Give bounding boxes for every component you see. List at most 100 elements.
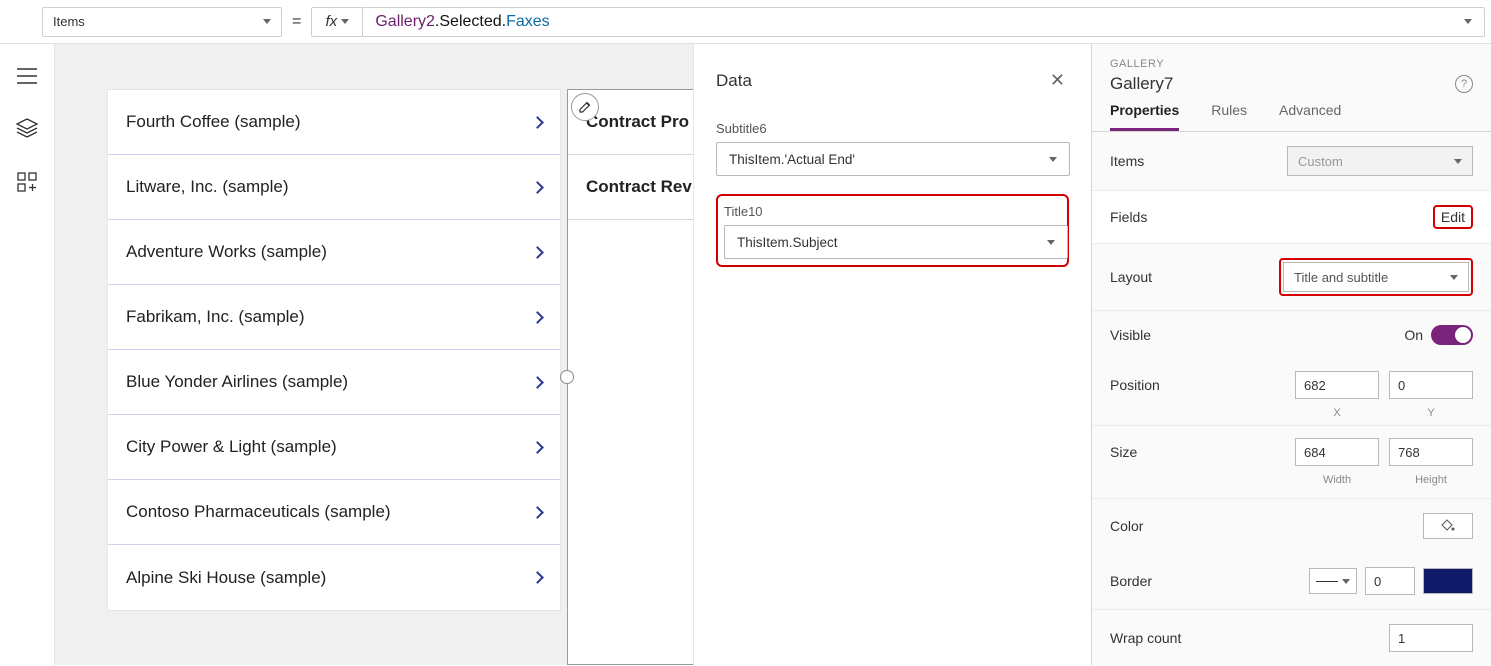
data-field-value: ThisItem.Subject [737,235,838,250]
size-height-input[interactable] [1389,438,1473,466]
prop-label: Layout [1110,269,1152,285]
data-field-dropdown[interactable]: ThisItem.Subject [724,225,1068,259]
components-icon[interactable] [17,172,37,192]
sub-label: X [1295,407,1379,419]
toggle-state: On [1404,327,1423,343]
dropdown-value: Title and subtitle [1294,270,1388,285]
prop-label: Size [1110,438,1137,460]
chevron-down-icon [1049,157,1057,162]
formula-input[interactable]: Gallery2.Selected.Faxes [363,7,1485,37]
prop-row-position: Position X Y [1092,359,1491,426]
data-field-label: Subtitle6 [716,121,1069,136]
property-selector-dropdown[interactable]: Items [42,7,282,37]
prop-row-items: Items Custom [1092,132,1491,191]
layout-dropdown[interactable]: Title and subtitle [1283,262,1469,292]
prop-row-layout: Layout Title and subtitle [1092,244,1491,311]
help-icon[interactable]: ? [1455,75,1473,93]
chevron-down-icon [1450,275,1458,280]
prop-label: Position [1110,371,1160,393]
list-item[interactable]: Fabrikam, Inc. (sample) [108,285,560,350]
list-item-label: Blue Yonder Airlines (sample) [126,372,348,392]
sub-label: Width [1295,474,1379,486]
prop-row-visible: Visible On [1092,311,1491,359]
chevron-right-icon [531,311,544,324]
line-icon [1316,581,1338,582]
toggle-knob-icon [1455,327,1471,343]
prop-row-color: Color [1092,499,1491,553]
chevron-down-icon [1047,240,1055,245]
prop-label: Border [1110,573,1152,589]
chevron-down-icon [341,19,349,24]
list-item[interactable]: Contoso Pharmaceuticals (sample) [108,480,560,545]
tab-properties[interactable]: Properties [1110,102,1179,131]
control-name: Gallery7 [1110,74,1173,94]
control-type: GALLERY [1110,58,1473,70]
chevron-right-icon [531,246,544,259]
tab-advanced[interactable]: Advanced [1279,102,1341,131]
chevron-right-icon [531,376,544,389]
prop-label: Visible [1110,327,1151,343]
color-swatch[interactable] [1423,513,1473,539]
position-y-input[interactable] [1389,371,1473,399]
chevron-down-icon [1342,579,1350,584]
list-item-label: Alpine Ski House (sample) [126,568,326,588]
chevron-down-icon [1464,19,1472,24]
equals-sign: = [292,13,301,31]
left-rail [0,44,55,665]
list-item-label: Fabrikam, Inc. (sample) [126,307,305,327]
fx-button[interactable]: fx [311,7,363,37]
prop-label: Color [1110,518,1143,534]
chevron-right-icon [531,181,544,194]
sub-label: Height [1389,474,1473,486]
tab-rules[interactable]: Rules [1211,102,1247,131]
list-item[interactable]: Litware, Inc. (sample) [108,155,560,220]
list-item-label: City Power & Light (sample) [126,437,337,457]
left-gallery[interactable]: Fourth Coffee (sample) Litware, Inc. (sa… [107,89,561,611]
chevron-right-icon [531,116,544,129]
chevron-down-icon [263,19,271,24]
hamburger-icon[interactable] [17,68,37,84]
fields-edit-link[interactable]: Edit [1441,209,1465,225]
sub-label: Y [1389,407,1473,419]
formula-text: Gallery2.Selected.Faxes [375,13,549,31]
properties-panel: GALLERY Gallery7 ? Properties Rules Adva… [1091,44,1491,665]
border-color-swatch[interactable] [1423,568,1473,594]
list-item-label: Fourth Coffee (sample) [126,112,300,132]
border-width-input[interactable] [1365,567,1415,595]
visible-toggle[interactable] [1431,325,1473,345]
prop-label: Wrap count [1110,630,1181,646]
property-selector-value: Items [53,14,85,29]
list-item[interactable]: Fourth Coffee (sample) [108,90,560,155]
list-item[interactable]: Blue Yonder Airlines (sample) [108,350,560,415]
edit-template-button[interactable] [571,93,599,121]
prop-row-fields: Fields Edit [1092,191,1491,244]
layers-icon[interactable] [16,118,38,138]
prop-label: Fields [1110,209,1147,225]
items-dropdown[interactable]: Custom [1287,146,1473,176]
list-item-label: Contract Pro [586,112,689,132]
dropdown-value: Custom [1298,154,1343,169]
highlight-annotation: Title10 ThisItem.Subject [716,194,1069,267]
formula-bar: Items = fx Gallery2.Selected.Faxes [0,0,1491,44]
list-item-label: Contract Rev [586,177,692,197]
list-item[interactable]: Adventure Works (sample) [108,220,560,285]
data-panel-title: Data [716,71,752,91]
chevron-right-icon [531,441,544,454]
list-item[interactable]: City Power & Light (sample) [108,415,560,480]
position-x-input[interactable] [1295,371,1379,399]
prop-row-wrap-count: Wrap count [1092,610,1491,666]
selection-handle[interactable] [560,370,574,384]
data-field-value: ThisItem.'Actual End' [729,152,855,167]
list-item[interactable]: Alpine Ski House (sample) [108,545,560,610]
fill-icon [1441,519,1455,533]
size-width-input[interactable] [1295,438,1379,466]
prop-row-border: Border [1092,553,1491,610]
fx-icon: fx [326,13,338,30]
close-button[interactable]: ✕ [1046,66,1069,95]
border-style-dropdown[interactable] [1309,568,1357,594]
list-item-label: Litware, Inc. (sample) [126,177,289,197]
data-field-dropdown[interactable]: ThisItem.'Actual End' [716,142,1070,176]
list-item-label: Adventure Works (sample) [126,242,327,262]
wrap-count-input[interactable] [1389,624,1473,652]
highlight-annotation: Title and subtitle [1279,258,1473,296]
